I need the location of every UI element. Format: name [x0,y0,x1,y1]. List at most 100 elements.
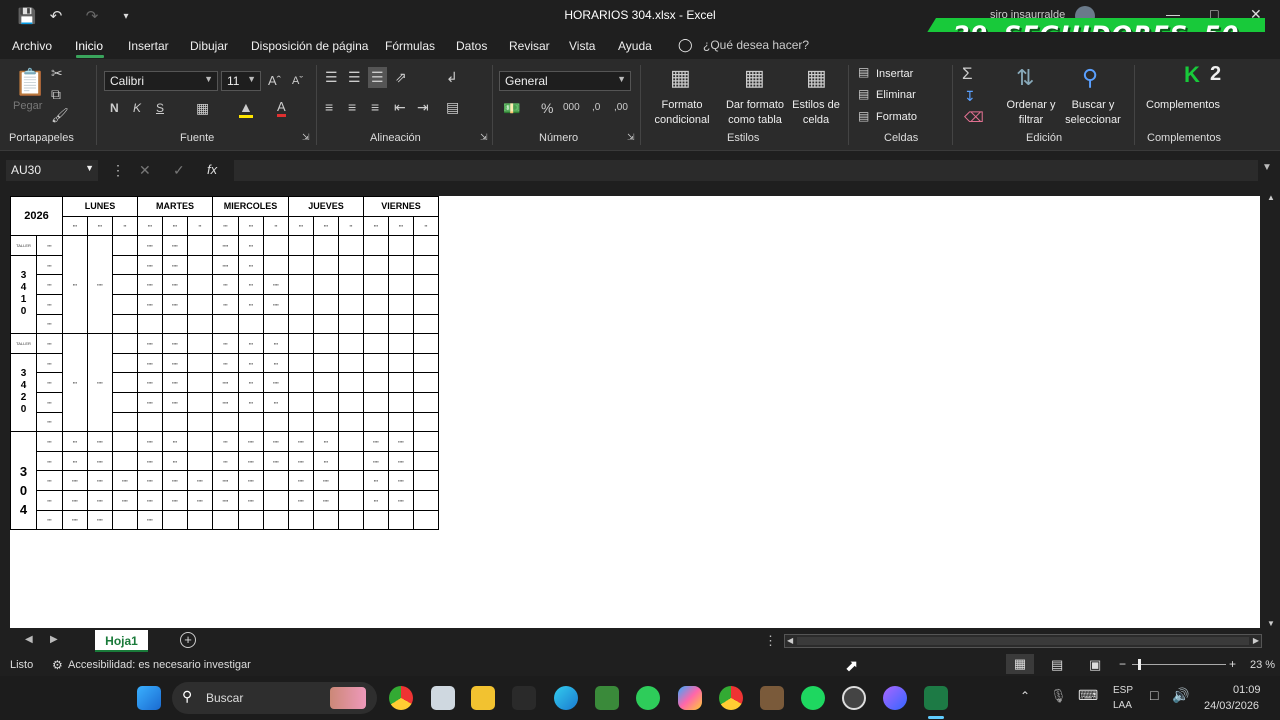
grow-font-icon[interactable]: Aˆ [268,73,281,88]
lightbulb-icon[interactable]: ◯ [678,37,693,53]
expand-formula-icon[interactable]: ▼ [1262,162,1272,173]
tab-dibujar[interactable]: Dibujar [190,39,228,53]
cell[interactable] [288,313,314,335]
cell[interactable] [263,470,289,491]
cell[interactable] [413,391,439,413]
cell[interactable]: ▪▪▪ [238,391,264,413]
cell[interactable] [413,411,439,433]
cell[interactable]: ▪▪▪ [36,352,63,374]
page-break-icon[interactable]: ▣ [1089,657,1101,673]
cell[interactable] [413,293,439,315]
cell[interactable]: ▪▪▪ [62,235,88,335]
cell[interactable] [363,235,389,256]
cell[interactable] [338,352,364,374]
cell[interactable]: ▪▪▪▪ [162,235,188,256]
cell[interactable] [413,431,439,452]
cell[interactable] [338,313,364,335]
cell[interactable] [338,489,364,511]
cell[interactable]: ▪▪▪▪ [137,333,163,354]
clock-time[interactable]: 01:09 [1233,684,1261,696]
cell[interactable]: ▪▪▪▪ [162,254,188,276]
addin-k-icon[interactable]: K [1184,62,1200,88]
cell[interactable] [212,313,239,335]
dialog-launcher-icon[interactable]: ⇲ [480,132,488,143]
day-header[interactable]: MIERCOLES [212,196,289,217]
tab-revisar[interactable]: Revisar [509,39,550,53]
align-bottom-icon[interactable]: ☰ [368,67,387,88]
cell[interactable] [313,235,339,256]
cell[interactable]: ▪▪▪▪ [137,450,163,472]
cell[interactable]: ▪▪▪ [36,333,63,354]
zoom-slider[interactable] [1132,659,1226,670]
cell-styles-icon[interactable]: ▦ [806,65,827,91]
cell[interactable]: ▪▪▪▪ [288,489,314,511]
cell[interactable]: ▪▪▪ [62,333,88,433]
obs-icon[interactable] [842,686,866,710]
dialog-launcher-icon[interactable]: ⇲ [627,132,635,143]
file-explorer-icon[interactable] [471,686,495,710]
cell[interactable] [338,333,364,354]
cell[interactable]: ▪▪▪▪ [112,470,138,491]
cell[interactable]: ▪▪▪▪ [263,274,289,295]
cell[interactable]: ▪▪▪▪ [263,372,289,393]
cell[interactable] [187,509,213,531]
tab-archivo[interactable]: Archivo [12,39,52,53]
cell[interactable] [112,274,138,295]
cell[interactable]: ▪▪▪▪ [62,509,88,531]
cell[interactable]: ▪▪▪ [363,215,389,237]
cell[interactable] [288,391,314,413]
cell[interactable]: ▪▪▪▪ [62,470,88,491]
cell[interactable]: ▪▪▪ [363,489,389,511]
cell[interactable] [112,391,138,413]
decrease-indent-icon[interactable]: ⇤ [394,99,406,116]
cell[interactable] [187,235,213,256]
taller-cell[interactable]: TALLER [10,235,37,256]
autosum-icon[interactable]: Σ [962,64,973,84]
cell[interactable] [388,411,414,433]
italic-icon[interactable]: K [133,101,141,115]
cell[interactable]: ▪▪▪ [238,372,264,393]
cell[interactable] [313,352,339,374]
format-as-table-icon[interactable]: ▦ [744,65,765,91]
blank-app-icon[interactable] [512,686,536,710]
font-name-combo[interactable]: Calibri ▼ [104,71,218,91]
cell[interactable]: ▪▪▪ [36,235,63,256]
cell[interactable] [363,372,389,393]
insert-cells-icon[interactable]: ▤ [858,65,869,79]
delete-cells-button[interactable]: Eliminar [876,88,916,103]
cell[interactable] [112,313,138,335]
language-secondary[interactable]: LAA [1113,700,1132,711]
scroll-right-icon[interactable]: ▶ [1253,636,1259,645]
cell[interactable]: ▪▪ [263,215,289,237]
cell[interactable]: ▪▪▪ [238,215,264,237]
cell[interactable]: ▪▪▪ [36,274,63,295]
addins-button[interactable]: Complementos [1144,98,1222,113]
cell[interactable] [112,372,138,393]
cell[interactable]: ▪▪▪ [36,450,63,472]
cell[interactable] [388,333,414,354]
cell[interactable] [238,411,264,433]
format-cells-icon[interactable]: ▤ [858,109,869,123]
find-select-button[interactable]: Buscar y seleccionar [1058,98,1128,128]
cell[interactable] [137,411,163,433]
cell[interactable] [388,235,414,256]
align-right-icon[interactable]: ≡ [371,99,379,115]
fill-icon[interactable]: ↧ [964,88,976,105]
cell[interactable]: ▪▪▪ [36,431,63,452]
cell[interactable] [288,254,314,276]
course-3410[interactable]: 3410 [10,254,37,335]
find-select-icon[interactable]: ⚲ [1082,65,1098,91]
cell[interactable]: ▪▪▪ [36,293,63,315]
cell[interactable] [187,411,213,433]
cell[interactable]: ▪▪▪▪ [137,489,163,511]
cell[interactable] [263,313,289,335]
spotify-icon[interactable] [801,686,825,710]
cell[interactable]: ▪▪▪▪ [137,391,163,413]
format-painter-icon[interactable]: 🖌 [51,107,69,124]
cell[interactable] [288,274,314,295]
cell[interactable] [263,235,289,256]
chrome-profile-icon[interactable] [719,686,743,710]
prev-sheet-icon[interactable]: ◀ [25,634,33,645]
cell[interactable] [388,254,414,276]
cell[interactable]: ▪▪▪▪ [162,274,188,295]
